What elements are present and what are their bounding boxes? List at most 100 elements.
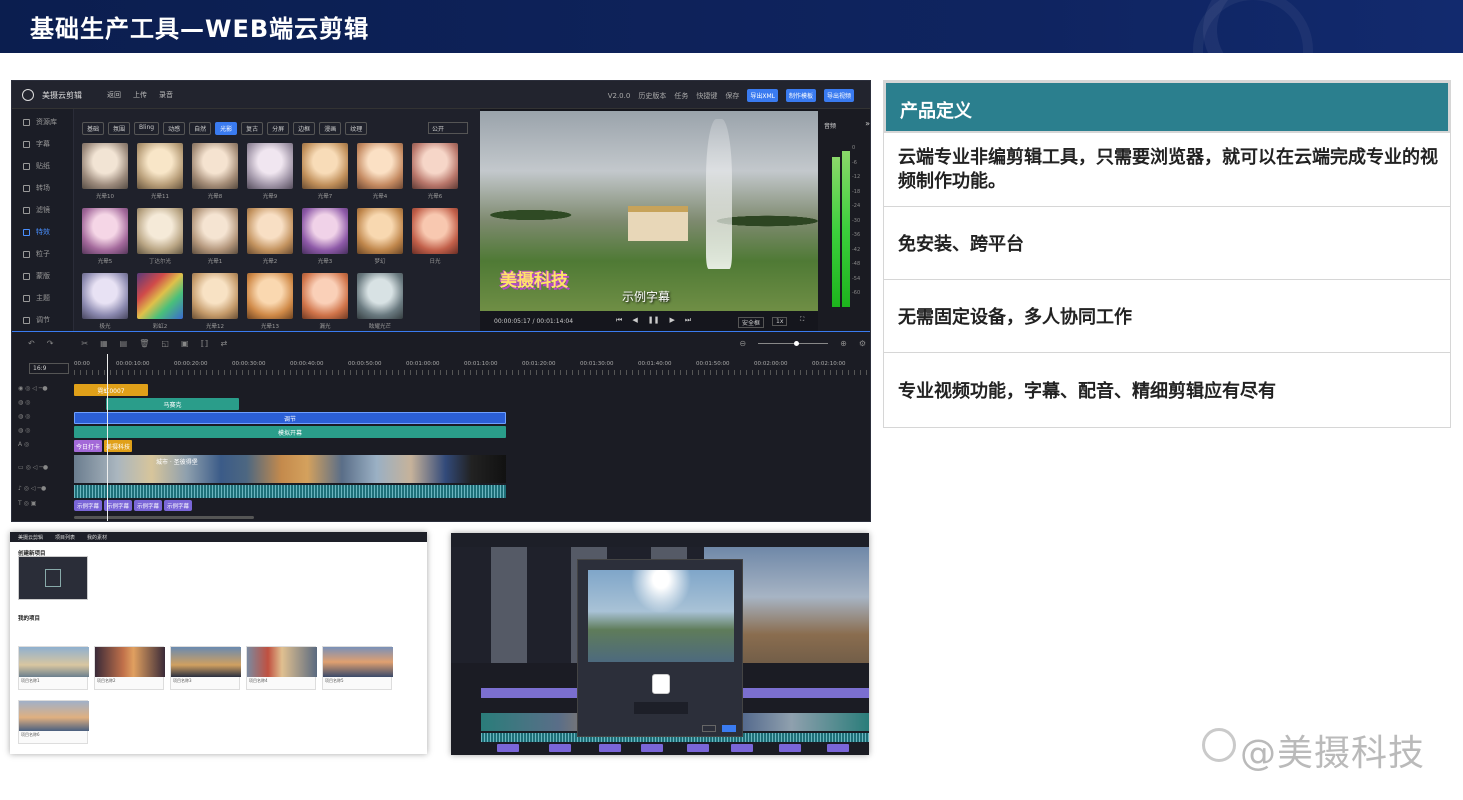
timeline-scrollbar[interactable] — [74, 516, 254, 519]
expand-icon[interactable]: » — [865, 119, 870, 128]
upload-button[interactable]: 上传 — [133, 90, 147, 100]
settings-gear-icon[interactable]: ⚙ — [859, 339, 866, 348]
sidebar-item-transition[interactable]: 转场 — [12, 177, 73, 199]
tab-bling[interactable]: Bling — [134, 122, 159, 135]
split-icon[interactable]: ▦ — [100, 339, 108, 348]
step-back-icon[interactable]: ◀ — [632, 316, 637, 325]
confirm-button[interactable] — [722, 725, 736, 732]
project-card[interactable]: 项目名称2 — [94, 646, 164, 690]
delete-icon[interactable]: 🗑 — [139, 339, 149, 348]
track-controls[interactable]: ▭ ◎ ◁ ─● — [18, 464, 48, 471]
project-card[interactable]: 项目名称3 — [170, 646, 240, 690]
track-controls[interactable]: T ◎ ▣ — [18, 500, 36, 507]
project-card[interactable]: 项目名称4 — [246, 646, 316, 690]
text-clip[interactable]: 美摄科技 — [104, 440, 132, 452]
tab-nature[interactable]: 自然 — [189, 122, 211, 135]
effect-thumb[interactable]: 光晕8 — [192, 143, 238, 189]
sidebar-item-effects[interactable]: 特效 — [12, 221, 73, 243]
effect-thumb[interactable]: 丁达尔光 — [137, 208, 183, 254]
effect-thumb[interactable]: 光晕3 — [302, 208, 348, 254]
zoom-in-icon[interactable]: ⊕ — [840, 339, 847, 348]
sidebar-item-library[interactable]: 资源库 — [12, 111, 73, 133]
zoom-slider-handle[interactable] — [794, 341, 799, 346]
sidebar-item-subtitle[interactable]: 字幕 — [12, 133, 73, 155]
step-forward-icon[interactable]: ▶ — [669, 316, 674, 325]
nav-project-list[interactable]: 项目列表 — [55, 534, 75, 540]
safe-frame-button[interactable]: 安全框 — [738, 317, 764, 328]
skip-end-icon[interactable]: ⏭ — [685, 316, 691, 325]
adjust-clip[interactable]: 调节 — [74, 412, 506, 424]
cancel-button[interactable] — [702, 725, 716, 732]
effect-thumb[interactable]: 彩虹2 — [137, 273, 183, 319]
fullscreen-icon[interactable]: ⛶ — [800, 316, 804, 324]
crop-icon[interactable]: ◱ — [161, 339, 169, 348]
pause-icon[interactable]: ❚❚ — [648, 316, 660, 325]
audio-waveform[interactable] — [74, 485, 506, 498]
tab-retro[interactable]: 复古 — [241, 122, 263, 135]
effect-thumb[interactable]: 光晕7 — [302, 143, 348, 189]
tab-light[interactable]: 光影 — [215, 122, 237, 135]
track-controls[interactable]: A ◎ — [18, 441, 29, 448]
sidebar-item-adjust[interactable]: 调节 — [12, 309, 73, 331]
zoom-slider[interactable] — [758, 343, 828, 344]
effect-thumb[interactable]: 极光 — [82, 273, 128, 319]
tab-comic[interactable]: 漫画 — [319, 122, 341, 135]
tasks-button[interactable]: 任务 — [674, 91, 688, 101]
effect-thumb[interactable]: 光晕12 — [192, 273, 238, 319]
new-project-card[interactable] — [18, 556, 88, 600]
back-button[interactable]: 返回 — [107, 90, 121, 100]
effect-thumb[interactable]: 光晕5 — [82, 208, 128, 254]
effect-thumb[interactable]: 日光 — [412, 208, 458, 254]
sidebar-item-filter[interactable]: 滤镜 — [12, 199, 73, 221]
effect-clip[interactable]: 霓虹0007 — [74, 384, 148, 396]
effect-thumb[interactable]: 光晕9 — [247, 143, 293, 189]
subtitle-clip[interactable]: 示例字幕 — [74, 500, 102, 511]
export-video-button[interactable]: 导出视频 — [824, 89, 854, 102]
undo-icon[interactable]: ↶ — [28, 339, 35, 348]
playhead[interactable] — [107, 354, 108, 522]
transition-clip[interactable]: 模拟开幕 — [74, 426, 506, 438]
zoom-out-icon[interactable]: ⊖ — [739, 339, 746, 348]
preview-frame[interactable]: 美摄科技 示例字幕 — [480, 111, 818, 311]
effect-thumb[interactable]: 梦幻 — [357, 208, 403, 254]
effect-thumb[interactable]: 光晕1 — [192, 208, 238, 254]
record-button[interactable]: 录音 — [159, 90, 173, 100]
effect-thumb[interactable]: 光晕6 — [412, 143, 458, 189]
sidebar-item-sticker[interactable]: 贴纸 — [12, 155, 73, 177]
microphone-icon[interactable] — [652, 674, 670, 694]
track-controls[interactable]: ◍ ◎ — [18, 413, 30, 420]
effect-thumb[interactable]: 光晕11 — [137, 143, 183, 189]
project-card[interactable]: 项目名称1 — [18, 646, 88, 690]
export-xml-button[interactable]: 导出XML — [747, 89, 778, 102]
project-card[interactable]: 项目名称6 — [18, 700, 88, 744]
tab-dynamic[interactable]: 动感 — [163, 122, 185, 135]
effect-thumb[interactable]: 眩耀光芒 — [357, 273, 403, 319]
track-controls[interactable]: ♪ ◎ ◁ ─● — [18, 485, 46, 492]
text-clip[interactable]: 今日打卡 — [74, 440, 102, 452]
subtitle-clip[interactable]: 示例字幕 — [164, 500, 192, 511]
redo-icon[interactable]: ↷ — [47, 339, 54, 348]
nav-my-assets[interactable]: 我的素材 — [87, 534, 107, 540]
project-card[interactable]: 项目名称5 — [322, 646, 392, 690]
sidebar-item-mask[interactable]: 蒙版 — [12, 265, 73, 287]
copy-icon[interactable]: ▤ — [120, 339, 128, 348]
image-icon[interactable]: ▣ — [181, 339, 189, 348]
tab-basic[interactable]: 基础 — [82, 122, 104, 135]
track-controls[interactable]: ◍ ◎ — [18, 427, 30, 434]
effect-thumb[interactable]: 光晕13 — [247, 273, 293, 319]
effect-thumb[interactable]: 光晕2 — [247, 208, 293, 254]
tab-atmosphere[interactable]: 氛围 — [108, 122, 130, 135]
effect-thumb[interactable]: 漏光 — [302, 273, 348, 319]
video-track-filmstrip[interactable]: 城市 · 圣彼得堡 — [74, 455, 506, 483]
skip-start-icon[interactable]: ⏮ — [616, 316, 622, 325]
history-button[interactable]: 历史版本 — [638, 91, 666, 101]
make-template-button[interactable]: 制作模板 — [786, 89, 816, 102]
speed-select[interactable]: 1x — [772, 317, 787, 326]
effect-thumb[interactable]: 光晕10 — [82, 143, 128, 189]
effect-thumb[interactable]: 光晕4 — [357, 143, 403, 189]
track-controls[interactable]: ◉ ◎ ◁ ─● — [18, 385, 48, 392]
timeline-ruler[interactable]: 00:00 00:00:10:00 00:00:20:00 00:00:30:0… — [74, 358, 871, 376]
subtitle-clip[interactable]: 示例字幕 — [134, 500, 162, 511]
freeze-icon[interactable]: ⟦⟧ — [201, 339, 209, 348]
tab-border[interactable]: 边框 — [293, 122, 315, 135]
